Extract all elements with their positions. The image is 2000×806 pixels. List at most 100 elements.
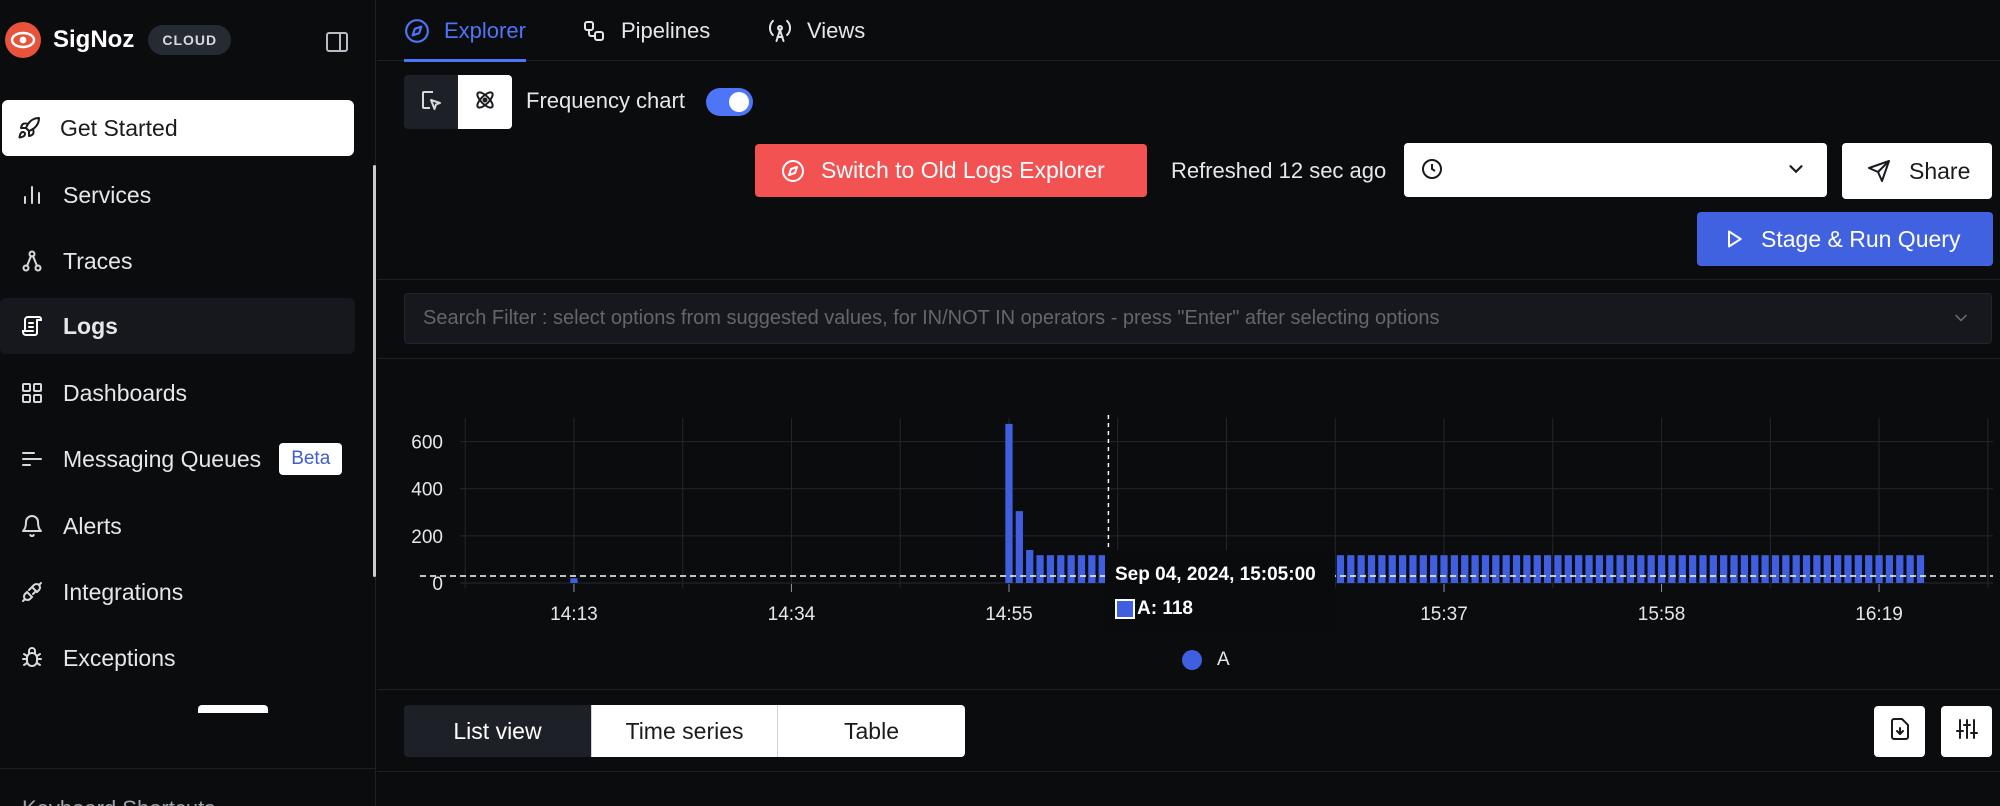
chart-bar [1647,555,1655,583]
tab-table[interactable]: Table [778,705,965,757]
tab-views[interactable]: Views [767,0,865,61]
sidebar-item-logs[interactable]: Logs [0,298,355,354]
sidebar-item-label: Messaging Queues [63,445,262,472]
sidebar-item-label: Integrations [63,578,184,605]
chart-bar [1823,555,1831,583]
workflow-icon [581,18,607,44]
sidebar-item-services[interactable]: Services [0,167,355,223]
chart-bar [1481,555,1490,583]
atom-icon [473,88,497,117]
time-range-select[interactable] [1404,143,1827,197]
chart-bar [1036,555,1044,583]
sidebar-item-get-started[interactable]: Get Started [2,100,354,156]
chart-bar [570,578,578,583]
frequency-chart-label: Frequency chart [526,88,685,113]
x-tick-label: 14:55 [985,604,1033,625]
tab-time-series[interactable]: Time series [592,705,778,757]
chart-bar [1865,555,1873,583]
format-options-button[interactable] [1941,706,1992,757]
search-input[interactable] [405,294,1945,343]
chart-bar [1606,555,1614,583]
legend-dot [1182,650,1202,670]
chart-bar [1657,555,1666,583]
chart-bar [1533,555,1541,583]
sidebar-item-exceptions[interactable]: Exceptions [0,630,355,686]
chart-bar [1398,555,1407,583]
divider [377,279,2000,280]
x-tick-label: 15:58 [1638,604,1686,625]
brand[interactable]: SigNoz CLOUD [0,18,232,62]
frequency-chart-switch[interactable] [706,88,753,116]
chart-bar [1512,555,1521,583]
tooltip-value: 118 [1162,598,1193,619]
divider [377,358,2000,359]
chart-bar [1430,555,1438,583]
bar-chart-icon [19,182,45,208]
sidebar-item-dashboards[interactable]: Dashboards [0,365,355,421]
share-button[interactable]: Share [1842,143,1992,199]
chart-bar [1440,555,1448,583]
tab-label: Explorer [444,17,526,43]
sidebar: SigNoz CLOUD Get Started Services Traces… [0,0,376,806]
chart-bar [1492,555,1500,583]
query-builder-button[interactable] [404,75,458,129]
tab-pipelines[interactable]: Pipelines [581,0,710,61]
chart-bar [1523,555,1531,583]
sidebar-item-label: Traces [63,247,133,274]
sidebar-item-messaging-queues[interactable]: Messaging Queues Beta [0,431,355,487]
scroll-icon [19,313,45,339]
frequency-chart: 020040060014:1314:3414:5515:1615:3715:58… [377,400,2000,690]
chart-bar [1015,511,1023,583]
stage-run-query-button[interactable]: Stage & Run Query [1697,212,1993,266]
chevron-down-icon [1785,158,1807,185]
signoz-logo-icon [5,22,41,58]
radio-tower-icon [767,18,793,44]
clickhouse-query-button[interactable] [458,75,512,129]
keyboard-shortcuts-link[interactable]: Keyboard Shortcuts [22,796,215,806]
button-label: Share [1909,157,1971,184]
sidebar-item-traces[interactable]: Traces [0,233,355,289]
collapse-sidebar-icon[interactable] [325,30,349,54]
switch-old-explorer-button[interactable]: Switch to Old Logs Explorer [755,144,1147,197]
sidebar-item-label: Exceptions [63,644,176,671]
chart-tooltip: Sep 04, 2024, 15:05:00 A : 118 [1105,550,1335,632]
button-label: Switch to Old Logs Explorer [821,157,1105,183]
main: Explorer Pipelines Views Frequency chart… [377,0,2000,806]
chart-legend[interactable]: A [1182,649,1230,671]
chart-bar [1916,555,1925,583]
chart-bar [1771,555,1780,583]
chart-bar [1906,555,1914,583]
grid-icon [19,380,45,406]
x-tick-label: 14:13 [550,604,598,625]
button-label: Stage & Run Query [1761,225,1961,252]
chart-bar [1740,555,1749,583]
sidebar-item-alerts[interactable]: Alerts [0,498,355,554]
chart-bar [1357,555,1365,583]
view-tabs: List view Time series Table [404,705,965,757]
sidebar-scrollbar[interactable] [373,165,376,577]
chart-bar [1844,555,1852,583]
chart-bar [1802,555,1811,583]
sidebar-item-integrations[interactable]: Integrations [0,564,355,620]
download-button[interactable] [1874,706,1925,757]
search-filter[interactable] [404,293,1992,344]
plug-icon [19,579,45,605]
chart-bar [1419,555,1427,583]
x-tick-label: 16:19 [1855,604,1903,625]
chart-bar [1761,555,1769,583]
sidebar-item-label: Dashboards [63,379,188,406]
tab-explorer[interactable]: Explorer [404,0,526,62]
chart-bar [1896,555,1904,583]
chart-bar [1875,555,1883,583]
tab-label: Pipelines [621,17,711,43]
play-icon [1723,228,1745,250]
chart-bar [1461,555,1469,583]
chart-bar [1678,555,1686,583]
chart-bar [1336,555,1345,583]
chart-bar [1088,555,1096,583]
chart-bar [1782,555,1790,583]
chart-bar [1057,555,1065,583]
sidebar-item-label: Get Started [60,114,178,141]
y-tick-label: 0 [432,574,443,595]
tab-list-view[interactable]: List view [404,705,592,757]
